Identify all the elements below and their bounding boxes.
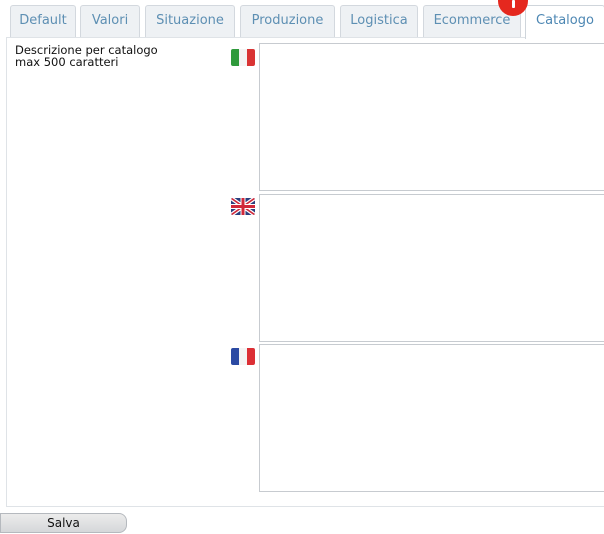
tab-situazione[interactable]: Situazione [145, 5, 235, 38]
tab-logistica[interactable]: Logistica [340, 5, 418, 38]
italy-flag-icon [231, 49, 255, 66]
description-french-textarea[interactable] [259, 344, 604, 492]
tab-produzione[interactable]: Produzione [240, 5, 335, 38]
tab-default[interactable]: Default [10, 5, 76, 38]
catalog-description-label: Descrizione per catalogo max 500 caratte… [15, 44, 215, 68]
tab-bar: Default Valori Situazione Produzione Log… [0, 0, 604, 39]
france-flag-icon [231, 348, 255, 365]
catalog-panel: Descrizione per catalogo max 500 caratte… [6, 37, 604, 507]
tab-valori[interactable]: Valori [80, 5, 140, 38]
save-button[interactable]: Salva [0, 513, 127, 533]
description-italian-textarea[interactable] [259, 43, 604, 191]
tab-catalogo[interactable]: Catalogo [525, 5, 604, 39]
uk-flag-icon [231, 198, 255, 215]
description-line-2: max 500 caratteri [15, 55, 119, 69]
description-english-textarea[interactable] [259, 194, 604, 342]
